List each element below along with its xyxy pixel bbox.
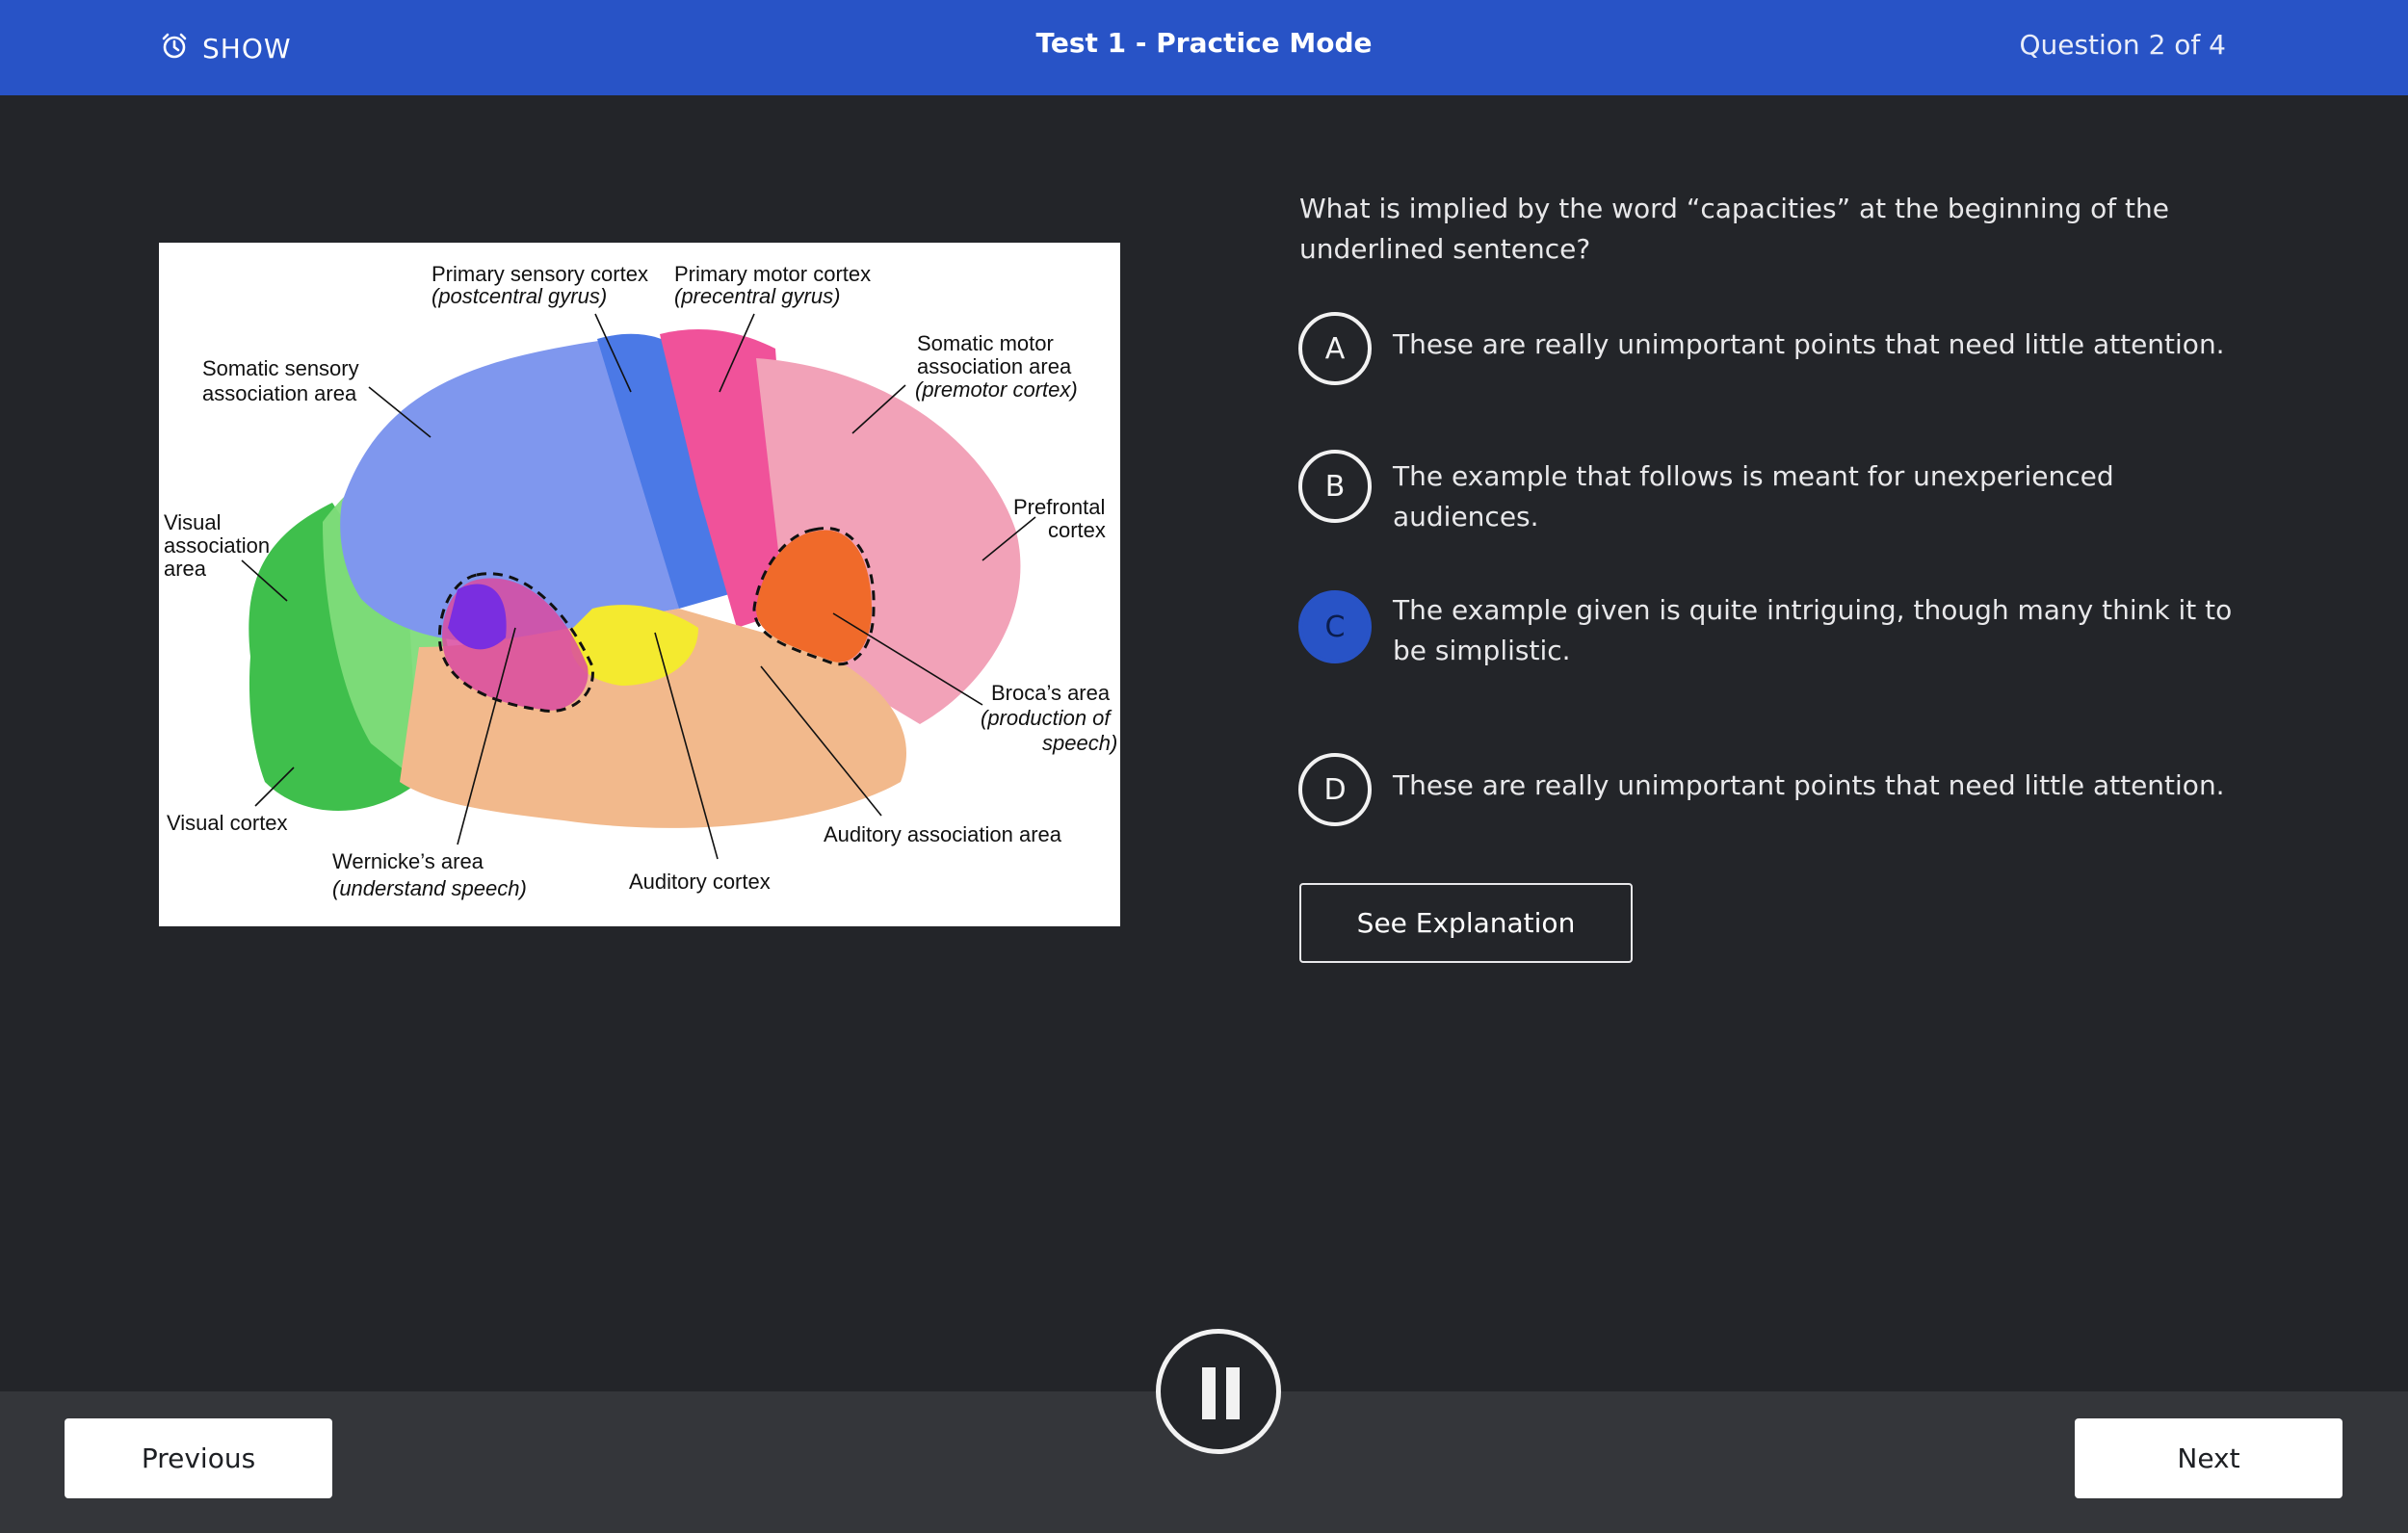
label-primary-motor: Primary motor cortex (674, 262, 871, 286)
label-somatic-motor-2: association area (917, 354, 1072, 378)
option-letter-selected: C (1298, 590, 1372, 663)
top-bar: SHOW Test 1 - Practice Mode Question 2 o… (0, 0, 2408, 95)
option-letter: B (1298, 450, 1372, 523)
label-primary-sensory-sub: (postcentral gyrus) (432, 284, 607, 308)
question-text: What is implied by the word “capacities”… (1299, 193, 2169, 265)
previous-button[interactable]: Previous (65, 1418, 332, 1498)
label-visual-assoc-2: association (164, 533, 270, 558)
label-somatic-sensory-2: association area (202, 381, 357, 405)
label-somatic-sensory-1: Somatic sensory (202, 356, 359, 380)
label-auditory-cortex: Auditory cortex (629, 870, 771, 894)
brain-illustration (249, 329, 1021, 828)
label-visual-assoc-3: area (164, 557, 207, 581)
label-somatic-motor-1: Somatic motor (917, 331, 1054, 355)
option-letter: A (1298, 312, 1372, 385)
label-wernicke-sub: (understand speech) (332, 876, 527, 900)
option-text: These are really unimportant points that… (1393, 769, 2225, 801)
option-text: The example that follows is meant for un… (1393, 460, 2114, 533)
option-text: The example given is quite intriguing, t… (1393, 594, 2233, 666)
next-button[interactable]: Next (2075, 1418, 2343, 1498)
option-letter: D (1298, 753, 1372, 826)
label-visual-assoc-1: Visual (164, 510, 222, 534)
label-prefrontal-2: cortex (1048, 518, 1106, 542)
label-broca-sub-2: speech) (1042, 731, 1117, 755)
label-auditory-assoc: Auditory association area (824, 822, 1062, 846)
label-wernicke: Wernicke’s area (332, 849, 484, 873)
label-primary-sensory: Primary sensory cortex (432, 262, 648, 286)
label-broca-sub-1: (production of (981, 706, 1112, 730)
see-explanation-button[interactable]: See Explanation (1299, 883, 1633, 963)
pause-button[interactable] (1156, 1329, 1281, 1454)
label-broca: Broca’s area (991, 681, 1111, 705)
label-somatic-motor-sub: (premotor cortex) (915, 377, 1078, 402)
label-visual-cortex: Visual cortex (167, 811, 288, 835)
option-text: These are really unimportant points that… (1393, 328, 2225, 360)
brain-diagram: Primary sensory cortex (postcentral gyru… (159, 243, 1120, 926)
label-prefrontal-1: Prefrontal (1013, 495, 1105, 519)
label-primary-motor-sub: (precentral gyrus) (674, 284, 840, 308)
question-progress: Question 2 of 4 (2019, 29, 2226, 61)
